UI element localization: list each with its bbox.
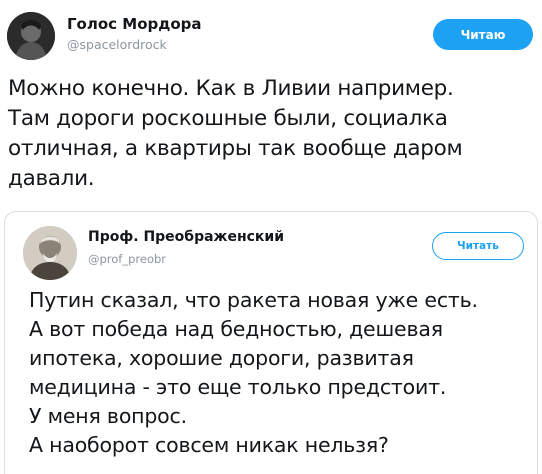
following-button[interactable]: Читаю [433,19,533,50]
tweet-page: Голос Мордора @spacelordrock Читаю Можно… [0,0,542,474]
tweet-text-line: отличная, а квартиры так вообще даром [8,136,463,161]
quoted-author-name[interactable]: Проф. Преображенский [88,229,284,245]
quoted-text-line: У меня вопрос. [29,404,187,428]
quoted-text-line: А вот победа над бедностью, дешевая [29,317,443,341]
quoted-author-handle[interactable]: @prof_preobr [88,252,166,266]
quoted-text-line: Путин сказал, что ракета новая уже есть. [29,288,478,312]
author-avatar[interactable] [7,12,55,60]
quoted-author-avatar[interactable] [23,226,77,280]
author-name[interactable]: Голос Мордора [67,15,202,33]
tweet-text-line: Можно конечно. Как в Ливии например. [8,76,454,101]
tweet-text: Можно конечно. Как в Ливии например. Там… [8,74,538,194]
quoted-text-line: А наоборот совсем никак нельзя? [29,433,389,457]
author-handle[interactable]: @spacelordrock [67,37,167,52]
quoted-text-line: ипотека, хорошие дороги, развитая [29,346,414,370]
quoted-tweet-card[interactable]: Проф. Преображенский @prof_preobr Читать… [4,211,538,474]
quoted-tweet-text: Путин сказал, что ракета новая уже есть.… [29,286,534,460]
quoted-text-line: медицина - это еще только предстоит. [29,375,447,399]
tweet-text-line: Там дороги роскошные были, социалка [8,106,448,131]
follow-button[interactable]: Читать [432,232,524,260]
tweet-text-line: давали. [8,166,95,191]
